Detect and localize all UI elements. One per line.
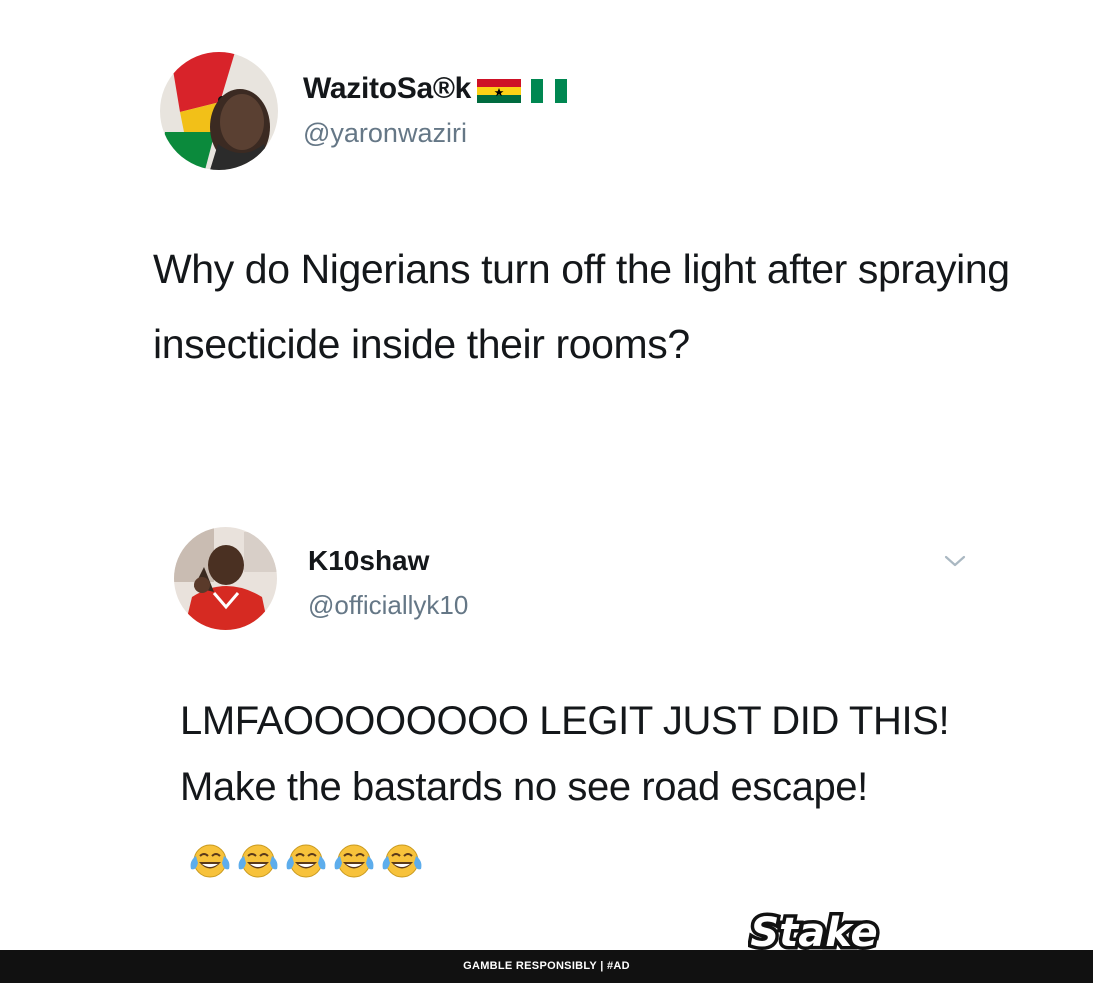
face-with-tears-of-joy-icon bbox=[284, 835, 328, 878]
screenshot-page: WazitoSa®k @yaronwaziri Why do Nigerians… bbox=[0, 0, 1093, 983]
avatar-image bbox=[160, 52, 278, 170]
reply-user-handle[interactable]: @officiallyk10 bbox=[308, 590, 468, 621]
ghana-flag-icon bbox=[477, 77, 522, 103]
stake-logo-text: Stake bbox=[750, 910, 877, 956]
stake-logo[interactable]: Stake bbox=[747, 900, 881, 970]
reply-display-name[interactable]: K10shaw bbox=[308, 545, 429, 577]
face-with-tears-of-joy-icon bbox=[236, 835, 280, 878]
chevron-down-icon[interactable] bbox=[942, 552, 968, 570]
display-name[interactable]: WazitoSa®k bbox=[303, 72, 568, 106]
user-handle[interactable]: @yaronwaziri bbox=[303, 118, 467, 149]
face-with-tears-of-joy-icon bbox=[188, 835, 232, 878]
reply-avatar[interactable] bbox=[174, 527, 277, 630]
reply-text: LMFAOOOOOOOO LEGIT JUST DID THIS! Make t… bbox=[180, 688, 1010, 886]
tweet-text: Why do Nigerians turn off the light afte… bbox=[153, 246, 1010, 367]
reply-text-content: LMFAOOOOOOOO LEGIT JUST DID THIS! Make t… bbox=[180, 699, 950, 809]
nigeria-flag-icon bbox=[531, 77, 568, 103]
ad-bar: GAMBLE RESPONSIBLY | #AD bbox=[0, 950, 1093, 983]
avatar[interactable] bbox=[160, 52, 278, 170]
display-name-text: WazitoSa®k bbox=[303, 72, 472, 105]
reply-avatar-image bbox=[174, 527, 277, 630]
emoji-row bbox=[188, 835, 424, 878]
face-with-tears-of-joy-icon bbox=[332, 835, 376, 878]
face-with-tears-of-joy-icon bbox=[380, 835, 424, 878]
ad-disclaimer: GAMBLE RESPONSIBLY | #AD bbox=[463, 960, 630, 972]
